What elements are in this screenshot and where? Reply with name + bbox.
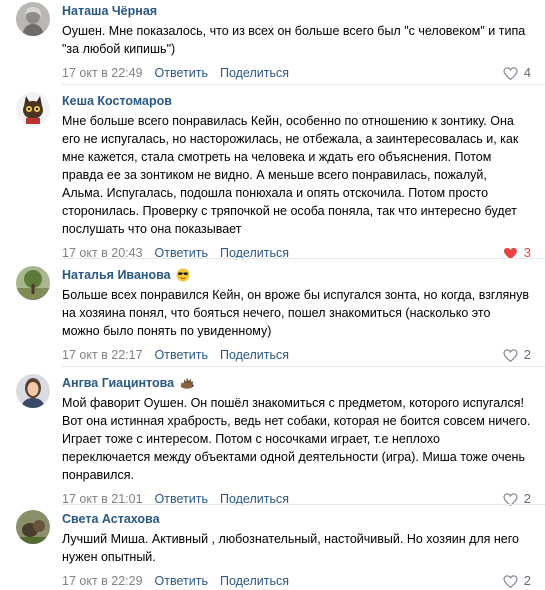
comment-date[interactable]: 17 окт в 21:01	[62, 490, 143, 508]
comment-text: Мой фаворит Оушен. Он пошёл знакомиться …	[62, 396, 531, 482]
heart-outline-icon	[503, 348, 518, 362]
heart-outline-icon	[503, 66, 518, 80]
like-button[interactable]: 3	[503, 244, 531, 262]
author-name[interactable]: Света Астахова	[62, 510, 160, 528]
avatar[interactable]	[16, 266, 50, 300]
share-button[interactable]: Поделиться	[220, 244, 289, 262]
reply-button[interactable]: Ответить	[155, 244, 208, 262]
cat-avatar-icon	[16, 92, 50, 126]
comment-text: Больше всех понравился Кейн, он вроже бы…	[62, 288, 530, 338]
share-button[interactable]: Поделиться	[220, 490, 289, 508]
user-photo-icon	[16, 2, 50, 36]
author-name[interactable]: Кеша Костомаров	[62, 92, 172, 110]
divider	[62, 504, 545, 505]
comment-text: Лучший Миша. Активный , любознательный, …	[62, 532, 519, 564]
share-button[interactable]: Поделиться	[220, 572, 289, 590]
divider	[62, 84, 545, 85]
comment-date[interactable]: 17 окт в 22:49	[62, 64, 143, 82]
heart-outline-icon	[503, 574, 518, 588]
comment-date[interactable]: 17 окт в 22:17	[62, 346, 143, 364]
author-name[interactable]: Наташа Чёрная	[62, 2, 157, 20]
comment-date[interactable]: 17 окт в 20:43	[62, 244, 143, 262]
like-count: 2	[523, 491, 531, 506]
comment-date[interactable]: 17 окт в 22:29	[62, 572, 143, 590]
woman-photo-icon	[16, 374, 50, 408]
divider	[62, 258, 545, 259]
like-count: 2	[523, 347, 531, 362]
share-button[interactable]: Поделиться	[220, 64, 289, 82]
tree-photo-icon	[16, 266, 50, 300]
like-count: 4	[523, 65, 531, 80]
like-button[interactable]: 2	[503, 346, 531, 364]
author-name[interactable]: Наталья Иванова	[62, 266, 171, 284]
avatar[interactable]	[16, 2, 50, 36]
sunglasses-emoji-icon	[176, 268, 190, 282]
avatar[interactable]	[16, 510, 50, 544]
dog-photo-icon	[16, 510, 50, 544]
like-button[interactable]: 2	[503, 572, 531, 590]
reply-button[interactable]: Ответить	[155, 572, 208, 590]
like-button[interactable]: 2	[503, 490, 531, 508]
hedgehog-emoji-icon	[179, 376, 195, 390]
avatar[interactable]	[16, 374, 50, 408]
comments-list: Наташа Чёрная Оушен. Мне показалось, что…	[0, 0, 545, 590]
comment-text: Оушен. Мне показалось, что из всех он бо…	[62, 24, 526, 56]
reply-button[interactable]: Ответить	[155, 346, 208, 364]
avatar[interactable]	[16, 92, 50, 126]
reply-button[interactable]: Ответить	[155, 64, 208, 82]
comment-text: Мне больше всего понравилась Кейн, особе…	[62, 114, 519, 236]
author-name[interactable]: Ангва Гиацинтова	[62, 374, 174, 392]
like-count: 3	[523, 245, 531, 260]
reply-button[interactable]: Ответить	[155, 490, 208, 508]
like-button[interactable]: 4	[503, 64, 531, 82]
like-count: 2	[523, 573, 531, 588]
divider	[62, 366, 545, 367]
share-button[interactable]: Поделиться	[220, 346, 289, 364]
